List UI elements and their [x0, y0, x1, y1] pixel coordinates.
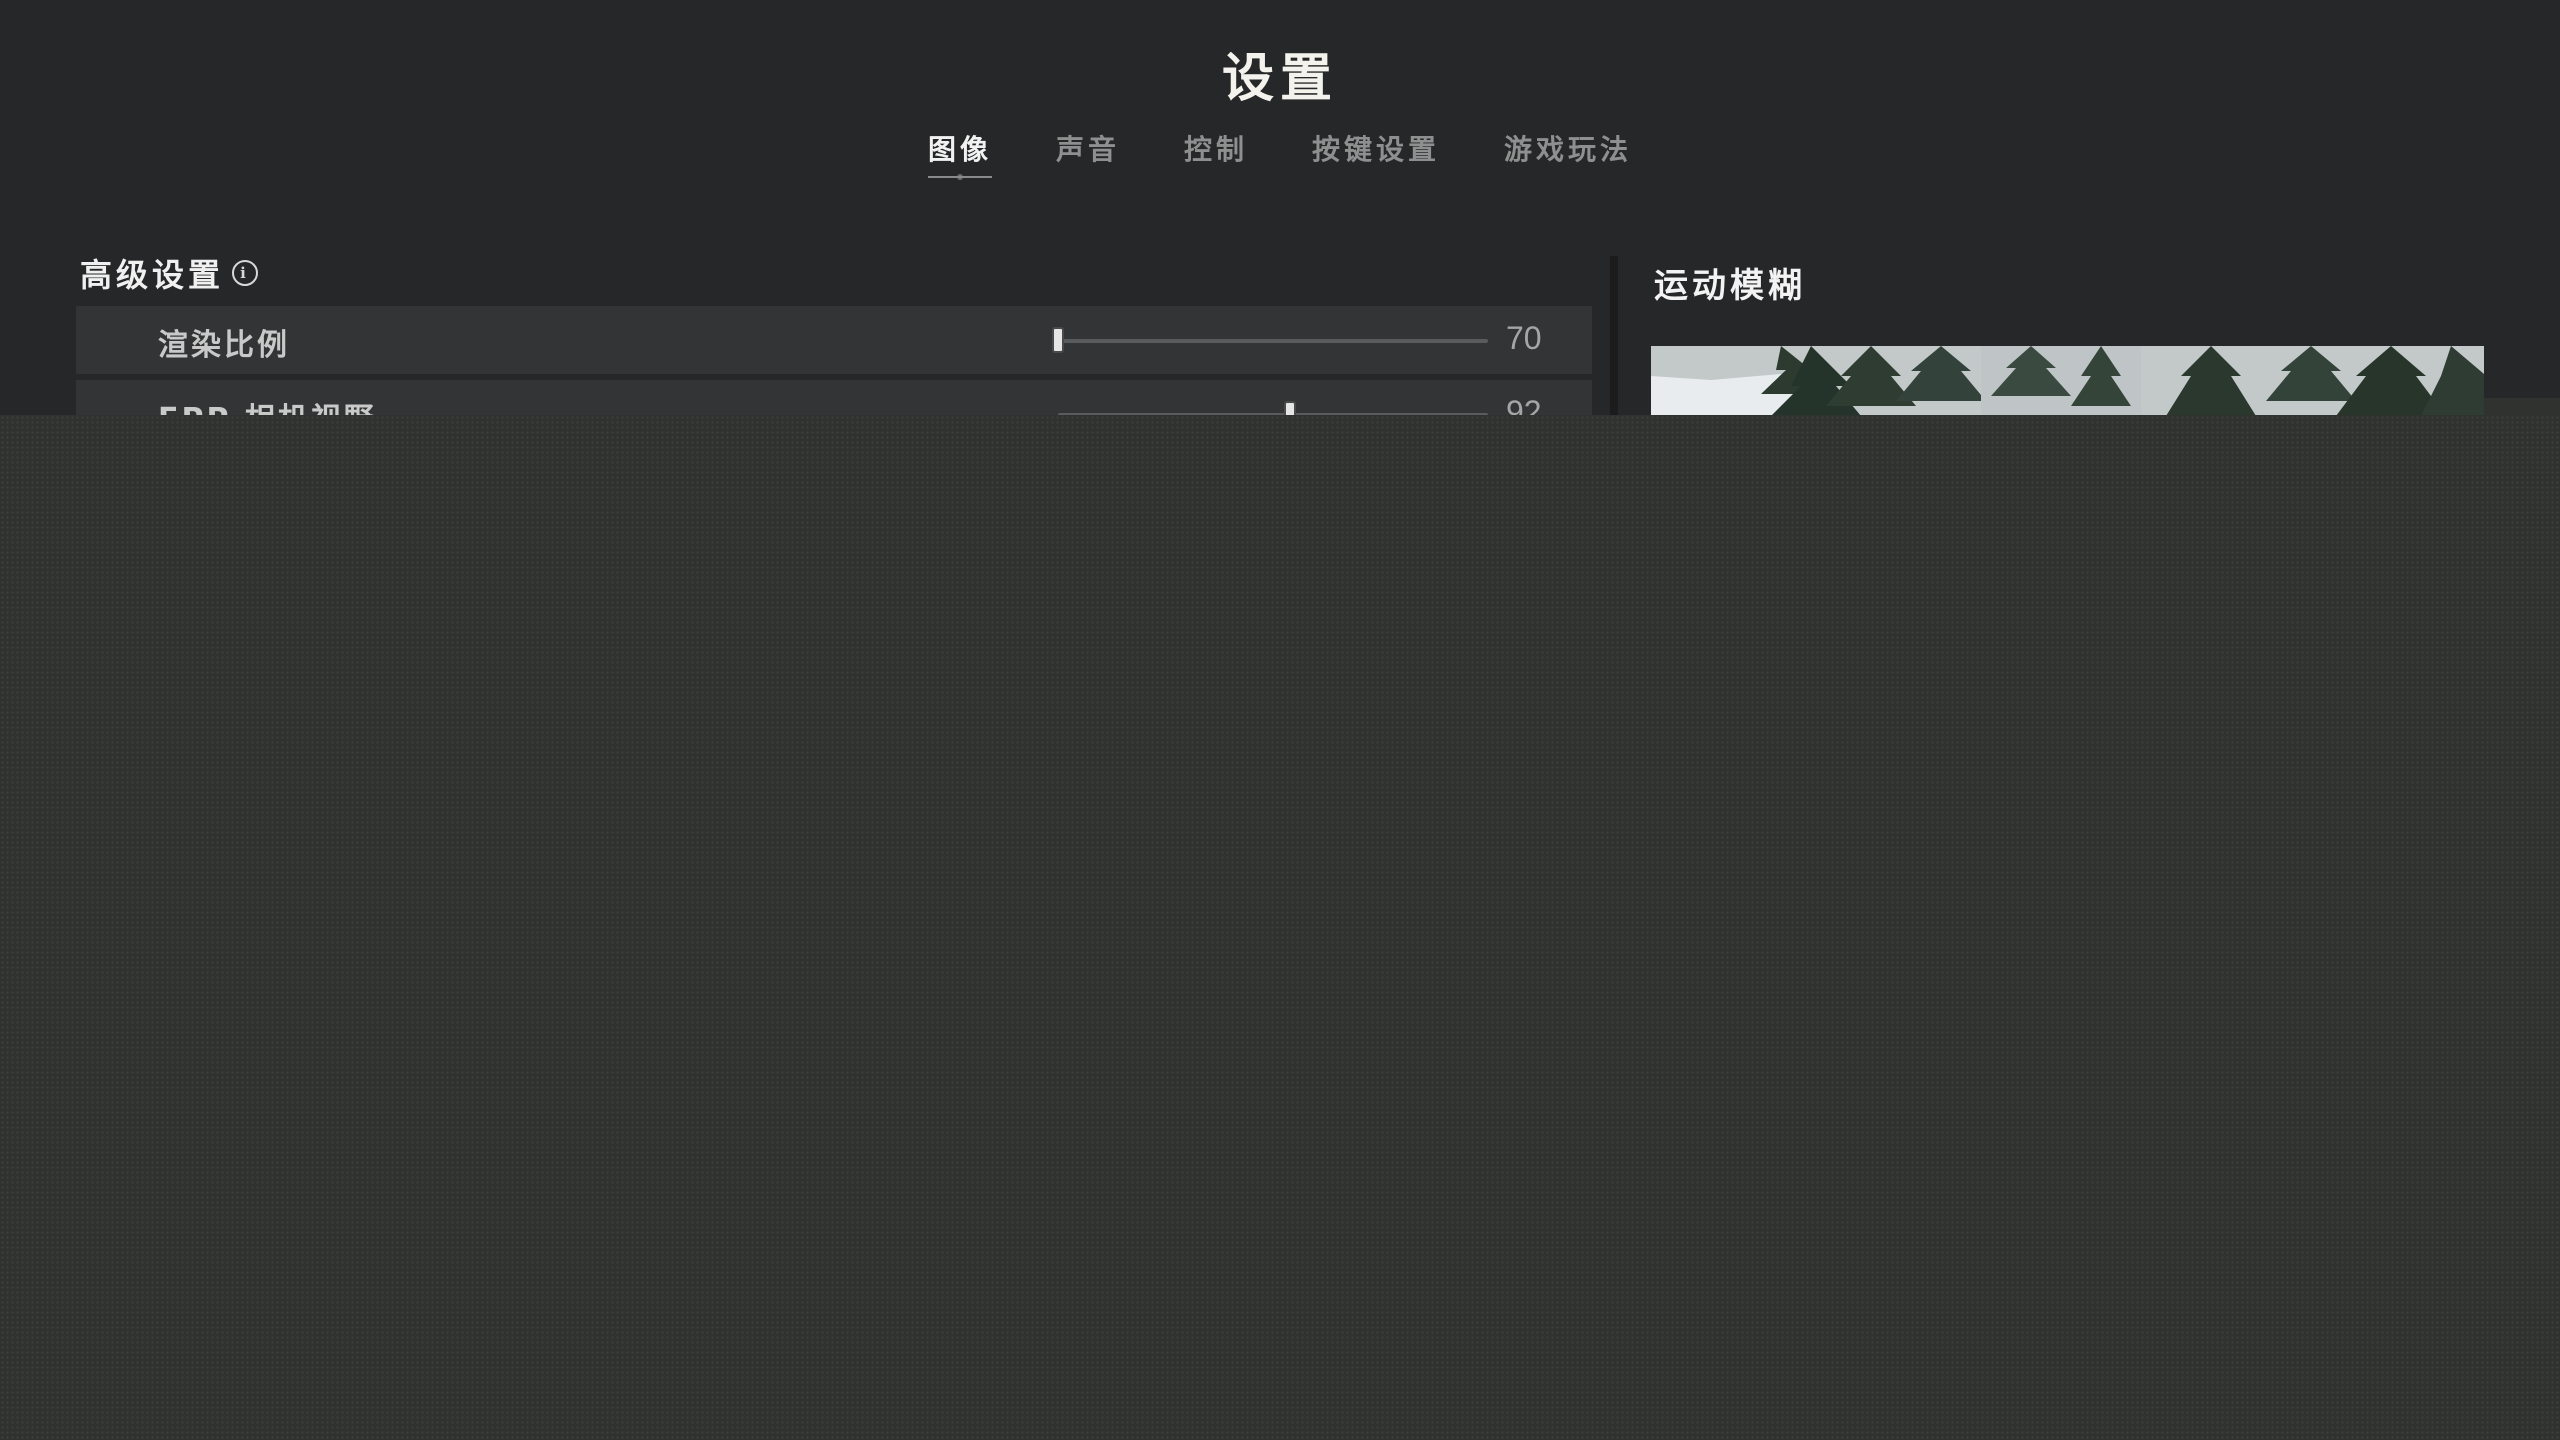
render-scale-slider[interactable]	[1052, 327, 1488, 353]
snowy-forest-image	[1651, 346, 2484, 416]
dimmed-overlay	[0, 415, 2560, 1440]
tab-graphics[interactable]: 图像	[927, 128, 992, 180]
panel-divider	[1610, 256, 1618, 416]
preview-title: 运动模糊	[1654, 266, 1806, 306]
setting-label: 渲染比例	[158, 328, 290, 363]
dimmed-overlay-edge	[2484, 398, 2560, 416]
settings-tabs: 图像 声音 控制 按键设置 游戏玩法	[0, 128, 2560, 180]
settings-screen: 设置 图像 声音 控制 按键设置 游戏玩法 高级设置 i 渲染比例 70 FPP…	[0, 0, 2560, 1440]
page-title: 设置	[1221, 49, 1338, 109]
tab-gameplay[interactable]: 游戏玩法	[1504, 128, 1632, 180]
advanced-settings-heading: 高级设置 i	[80, 250, 259, 296]
info-icon[interactable]: i	[232, 260, 259, 286]
motion-blur-preview-image	[1651, 346, 2484, 416]
tab-keybindings[interactable]: 按键设置	[1312, 128, 1440, 180]
tab-audio[interactable]: 声音	[1056, 128, 1120, 180]
advanced-settings-title: 高级设置	[80, 256, 225, 294]
setting-row-render-scale[interactable]: 渲染比例 70	[76, 306, 1592, 374]
setting-value: 70	[1506, 320, 1542, 356]
slider-handle[interactable]	[1052, 327, 1064, 353]
tab-controls[interactable]: 控制	[1184, 128, 1248, 180]
